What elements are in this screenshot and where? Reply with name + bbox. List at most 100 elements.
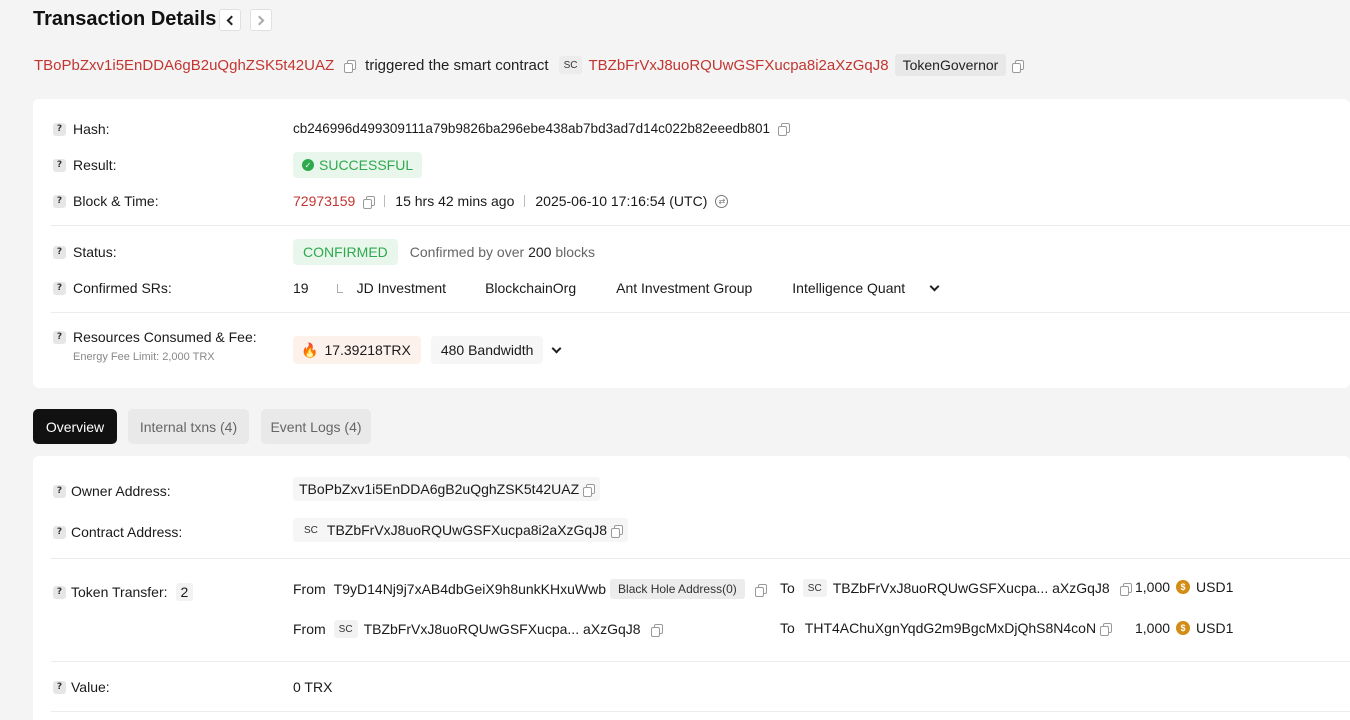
tab-overview[interactable]: Overview [33,409,117,444]
status-label-text: Status: [73,244,117,260]
help-icon[interactable]: ? [53,122,66,136]
help-icon[interactable]: ? [53,330,66,344]
tab-event-logs[interactable]: Event Logs (4) [261,409,371,444]
timestamp-text: 2025-06-10 17:16:54 (UTC) [535,193,708,209]
help-icon[interactable]: ? [53,281,66,295]
value-label-text: Value: [71,679,110,695]
copy-icon[interactable] [1100,622,1113,636]
divider [524,195,526,207]
owner-address-label-text: Owner Address: [71,483,171,499]
sr-item[interactable]: BlockchainOrg [485,280,576,296]
result-badge: ✓ SUCCESSFUL [293,152,423,178]
to-label: To [780,580,795,596]
chevron-left-icon [226,15,237,25]
result-value: ✓ SUCCESSFUL [293,152,423,178]
result-text: SUCCESSFUL [319,157,414,173]
from-address-link[interactable]: T9yD14Nj9j7xAB4dbGeiX9h8unkKHxuWwb [334,581,606,597]
copy-icon[interactable] [650,623,663,637]
transfer-row: From SC TBZbFrVxJ8uoRQUwGSFXucpa... aXzG… [293,620,663,638]
hash-value: cb246996d499309111a79b9826ba296ebe438ab7… [293,121,790,136]
divider [51,711,1350,712]
contract-address-link[interactable]: TBZbFrVxJ8uoRQUwGSFXucpa8i2aXzGqJ8 [327,522,607,538]
token-link[interactable]: USD1 [1196,620,1233,636]
help-icon[interactable]: ? [53,194,66,208]
copy-icon[interactable] [1012,59,1025,73]
block-number-link[interactable]: 72973159 [293,193,355,209]
chevron-right-icon [254,15,265,25]
help-icon[interactable]: ? [53,585,66,599]
help-icon[interactable]: ? [53,525,66,539]
sc-badge: SC [304,524,318,536]
contract-address-label-text: Contract Address: [71,524,183,540]
check-circle-icon: ✓ [302,159,314,171]
time-ago-text: 15 hrs 42 mins ago [395,193,515,209]
divider [51,558,1350,559]
block-time-value: 72973159 15 hrs 42 mins ago 2025-06-10 1… [293,193,729,209]
next-transaction-button[interactable] [250,9,272,31]
copy-icon[interactable] [778,123,790,136]
status-badge: CONFIRMED [293,239,398,265]
help-icon[interactable]: ? [53,158,66,172]
summary-contract-address-link[interactable]: TBZbFrVxJ8uoRQUwGSFXucpa8i2aXzGqJ8 [588,57,888,74]
copy-icon[interactable] [363,195,376,209]
amount-text: 1,000 [1135,620,1171,636]
status-value: CONFIRMED Confirmed by over 200 blocks [293,239,595,265]
flame-icon: 🔥 [301,341,319,358]
timezone-toggle-icon[interactable]: ⇄ [715,194,729,208]
srs-expand-button[interactable] [929,281,940,291]
summary-owner-address-link[interactable]: TBoPbZxv1i5EnDDA6gB2uQghZSK5t42UAZ [34,57,334,74]
block-time-label-text: Block & Time: [73,193,159,209]
help-icon[interactable]: ? [53,245,66,259]
copy-icon[interactable] [583,483,596,497]
transfer-count-badge: 2 [175,583,194,601]
tree-branch-icon [336,283,343,293]
from-address-link[interactable]: TBZbFrVxJ8uoRQUwGSFXucpa... aXzGqJ8 [364,621,641,637]
from-label: From [293,581,326,597]
sr-item[interactable]: Ant Investment Group [616,280,752,296]
hash-label-text: Hash: [73,121,110,137]
copy-icon[interactable] [1119,582,1132,596]
confirmed-srs-label-text: Confirmed SRs: [73,280,172,296]
resources-label: ? Resources Consumed & Fee: [53,329,257,345]
confirmed-blocks-text: Confirmed by over 200 blocks [410,244,595,260]
transfer-row: From T9yD14Nj9j7xAB4dbGeiX9h8unkKHxuWwb … [293,579,767,599]
confirmed-suffix: blocks [555,244,595,260]
help-icon[interactable]: ? [53,484,66,498]
transfer-to: To THT4AChuXgnYqdG2m9BgcMxDjQhS8N4coN [780,620,1113,636]
divider [51,225,1350,226]
tab-internal-txns[interactable]: Internal txns (4) [128,409,249,444]
copy-icon[interactable] [344,59,357,73]
resources-expand-button[interactable] [552,343,562,353]
energy-fee-limit: Energy Fee Limit: 2,000 TRX [73,351,215,363]
to-address-link[interactable]: THT4AChuXgnYqdG2m9BgcMxDjQhS8N4coN [805,620,1096,636]
hash-text: cb246996d499309111a79b9826ba296ebe438ab7… [293,121,770,136]
help-icon[interactable]: ? [53,680,66,694]
address-tag: Black Hole Address(0) [610,579,745,599]
token-transfer-label-text: Token Transfer: [71,584,168,600]
contract-address-box: SC TBZbFrVxJ8uoRQUwGSFXucpa8i2aXzGqJ8 [293,518,629,542]
to-label: To [780,620,795,636]
overview-card: ? Owner Address: TBoPbZxv1i5EnDDA6gB2uQg… [33,456,1350,720]
contract-address-value: SC TBZbFrVxJ8uoRQUwGSFXucpa8i2aXzGqJ8 [293,518,629,542]
owner-address-label: ? Owner Address: [53,483,171,499]
token-link[interactable]: USD1 [1196,579,1233,595]
confirmed-srs-value: 19 JD Investment BlockchainOrg Ant Inves… [293,280,940,296]
usd1-token-icon: $ [1176,621,1191,635]
block-time-label: ? Block & Time: [53,193,159,209]
value-label: ? Value: [53,679,110,695]
copy-icon[interactable] [754,583,767,597]
confirmed-prefix: Confirmed by over [409,244,525,260]
prev-transaction-button[interactable] [219,9,241,31]
amount-text: 1,000 [1135,579,1171,595]
owner-address-value: TBoPbZxv1i5EnDDA6gB2uQghZSK5t42UAZ [293,477,601,501]
owner-address-link[interactable]: TBoPbZxv1i5EnDDA6gB2uQghZSK5t42UAZ [299,481,579,497]
sr-item[interactable]: Intelligence Quant [792,280,905,296]
status-label: ? Status: [53,244,117,260]
confirmed-srs-label: ? Confirmed SRs: [53,280,172,296]
resources-value: 🔥 17.39218TRX 480 Bandwidth [293,336,562,364]
copy-icon[interactable] [611,524,624,538]
contract-address-label: ? Contract Address: [53,524,182,540]
sc-badge: SC [802,579,827,597]
to-address-link[interactable]: TBZbFrVxJ8uoRQUwGSFXucpa... aXzGqJ8 [833,580,1110,596]
sr-item[interactable]: JD Investment [357,280,446,296]
